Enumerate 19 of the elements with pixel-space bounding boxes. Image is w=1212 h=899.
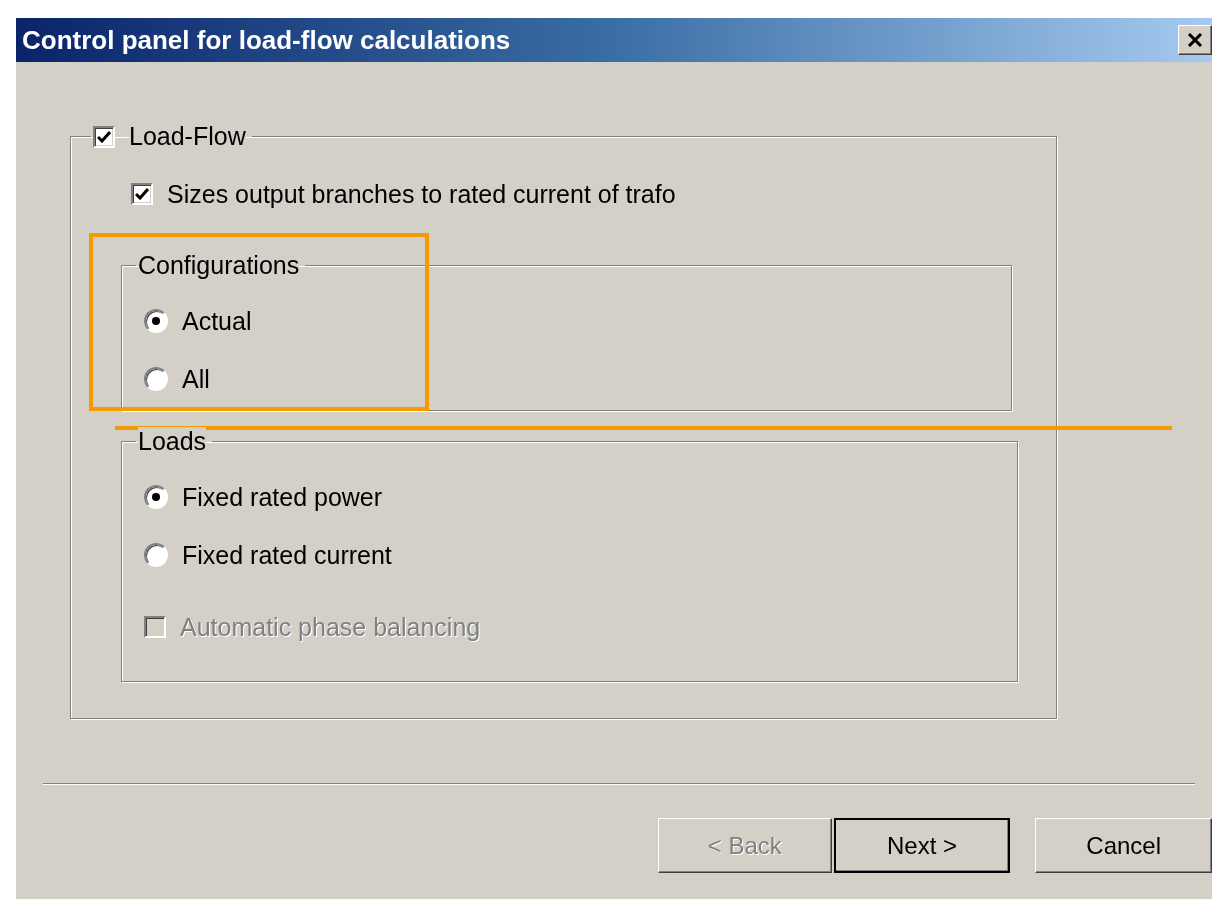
checkbox-label: Automatic phase balancing (180, 612, 481, 642)
checkbox[interactable] (131, 183, 153, 205)
checkbox[interactable] (93, 125, 115, 148)
radio-button[interactable] (144, 367, 168, 391)
wizard-button[interactable]: Next > (833, 818, 1011, 873)
radio-button[interactable] (144, 309, 168, 333)
wizard-button[interactable]: Cancel (1035, 818, 1212, 873)
radio-label: Fixed rated power (182, 482, 383, 512)
radio-label: Fixed rated current (182, 540, 392, 570)
check-icon (135, 188, 149, 200)
close-button[interactable] (1178, 25, 1212, 55)
checkbox-label: Sizes output branches to rated current of trafo (167, 179, 676, 209)
radio-button[interactable] (144, 543, 168, 567)
close-icon (1187, 33, 1203, 47)
check-icon (97, 130, 111, 143)
radio-label: Actual (182, 306, 252, 336)
radio-button[interactable] (144, 485, 168, 509)
window-title: Control panel for load-flow calculations (22, 24, 511, 56)
radio-label: All (182, 364, 210, 394)
